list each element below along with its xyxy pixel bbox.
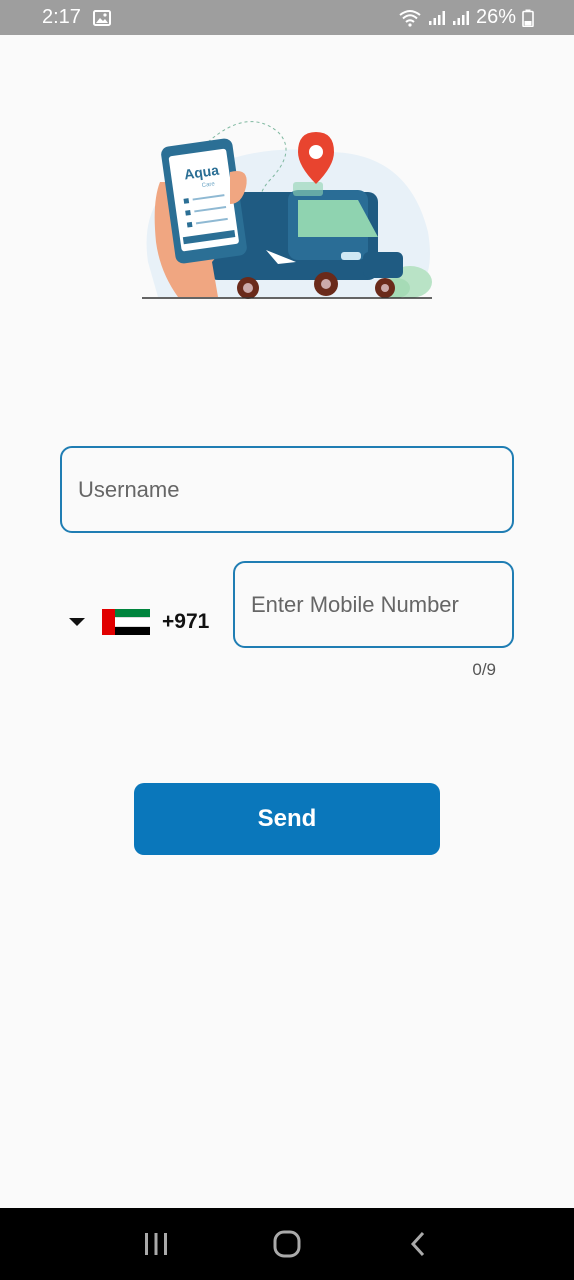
uae-flag-icon: [102, 609, 150, 635]
send-button[interactable]: Send: [134, 783, 440, 855]
status-time: 2:17: [42, 6, 81, 28]
dropdown-arrow-icon[interactable]: [66, 616, 88, 628]
delivery-illustration: Aqua Care: [138, 112, 438, 304]
mobile-number-input[interactable]: [235, 563, 512, 646]
signal-icon: [428, 10, 446, 26]
recent-apps-icon[interactable]: [126, 1214, 186, 1274]
wifi-icon: [398, 9, 422, 27]
mobile-number-field[interactable]: [233, 561, 514, 648]
battery-percentage: 26%: [475, 6, 516, 28]
username-field[interactable]: [60, 446, 514, 533]
dial-code: +971: [162, 610, 210, 633]
back-icon[interactable]: [388, 1214, 448, 1274]
home-icon[interactable]: [257, 1214, 317, 1274]
username-input[interactable]: [62, 448, 512, 531]
navigation-bar: [0, 1208, 574, 1280]
status-bar: 2:17 26%: [0, 0, 574, 35]
gallery-icon: [92, 9, 111, 26]
battery-icon: [522, 9, 534, 27]
character-counter: 0/9: [472, 660, 496, 679]
country-code-picker[interactable]: +971: [66, 600, 209, 644]
signal-icon: [452, 10, 470, 26]
